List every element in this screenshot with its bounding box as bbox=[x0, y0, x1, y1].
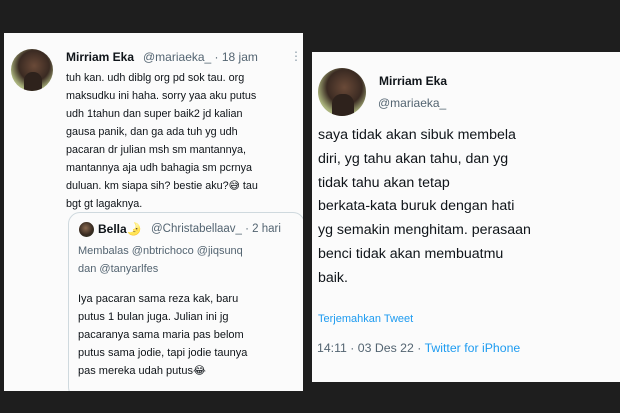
tweet-text: saya tidak akan sibuk membela diri, yg t… bbox=[318, 127, 531, 286]
quoted-tweet[interactable]: Bella🌛 @Christabellaav_ · 2 hari Membala… bbox=[68, 212, 303, 391]
quoted-avatar[interactable] bbox=[79, 222, 94, 237]
avatar[interactable] bbox=[11, 49, 53, 91]
quoted-author-handle-time[interactable]: @Christabellaav_ · 2 hari bbox=[151, 223, 281, 235]
tweet-text: tuh kan. udh diblg org pd sok tau. org m… bbox=[66, 72, 258, 210]
more-options-icon[interactable]: ⋮ bbox=[290, 49, 302, 63]
right-tweet-panel: Mirriam Eka @mariaeka_ saya tidak akan s… bbox=[312, 52, 620, 382]
author-name[interactable]: Mirriam Eka bbox=[66, 50, 134, 64]
reply-to-text[interactable]: Membalas @nbtrichoco @jiqsunq dan @tanya… bbox=[78, 242, 243, 278]
avatar[interactable] bbox=[318, 68, 366, 116]
author-handle-time[interactable]: @mariaeka_ · 18 jam bbox=[143, 50, 258, 64]
left-tweet-panel: Mirriam Eka @mariaeka_ · 18 jam ⋮ tuh ka… bbox=[4, 33, 303, 391]
tweet-timestamp[interactable]: 14:11 · 03 Des 22 · Twitter for iPhone bbox=[317, 341, 520, 355]
tweet-source-link[interactable]: Twitter for iPhone bbox=[425, 341, 521, 355]
author-handle[interactable]: @mariaeka_ bbox=[378, 96, 446, 110]
quoted-author-name[interactable]: Bella🌛 bbox=[98, 222, 142, 236]
timestamp-text[interactable]: 14:11 · 03 Des 22 · bbox=[317, 341, 425, 355]
author-name[interactable]: Mirriam Eka bbox=[379, 74, 447, 88]
translate-tweet-link[interactable]: Terjemahkan Tweet bbox=[318, 313, 413, 325]
quoted-tweet-text: Iya pacaran sama reza kak, baru putus 1 … bbox=[78, 293, 248, 377]
